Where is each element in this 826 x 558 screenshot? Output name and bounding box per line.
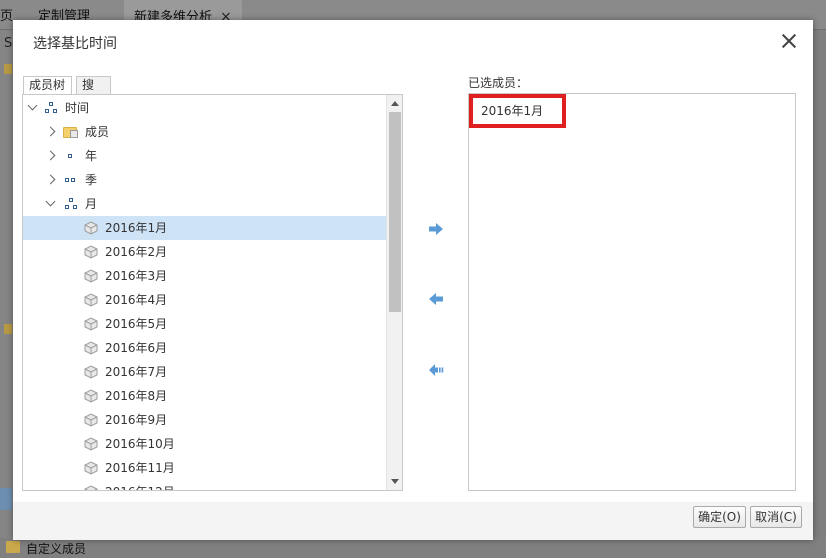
tree-leaf-month[interactable]: 2016年11月 <box>23 456 386 480</box>
select-base-time-dialog: 选择基比时间 成员树 搜索 时间 成员 年 <box>13 20 813 540</box>
folder-icon <box>63 125 79 138</box>
background-custom-member-label: 自定义成员 <box>26 542 87 556</box>
arrow-right-icon[interactable] <box>427 222 445 236</box>
member-tree: 时间 成员 年 季 月 2016年1月 2016年2月 2016年3月 2016… <box>22 94 403 491</box>
cube-icon <box>84 461 98 475</box>
tree-leaf-month[interactable]: 2016年2月 <box>23 240 386 264</box>
tree-node-time[interactable]: 时间 <box>23 96 386 120</box>
tab-search[interactable]: 搜索 <box>76 76 111 109</box>
cancel-button[interactable]: 取消(C) <box>750 506 802 528</box>
scrollbar-thumb[interactable] <box>389 112 401 312</box>
cube-icon <box>84 437 98 451</box>
tree-node-year[interactable]: 年 <box>23 144 386 168</box>
tree-leaf-month[interactable]: 2016年7月 <box>23 360 386 384</box>
tab-member-tree[interactable]: 成员树 <box>23 76 72 95</box>
background-folder-icon <box>6 541 20 553</box>
cube-icon <box>84 245 98 259</box>
hierarchy-icon <box>45 102 57 114</box>
tree-leaf-month[interactable]: 2016年3月 <box>23 264 386 288</box>
cube-icon <box>84 413 98 427</box>
level-2-icon <box>65 178 75 182</box>
tree-leaf-month[interactable]: 2016年10月 <box>23 432 386 456</box>
tree-leaf-month[interactable]: 2016年8月 <box>23 384 386 408</box>
tree-leaf-month[interactable]: 2016年5月 <box>23 312 386 336</box>
background-sidebar-letter: S <box>4 36 13 51</box>
tree-leaf-month[interactable]: 2016年6月 <box>23 336 386 360</box>
cube-icon <box>84 269 98 283</box>
cube-icon <box>84 485 98 490</box>
tree-node-month[interactable]: 月 <box>23 192 386 216</box>
chevron-right-icon[interactable] <box>45 126 56 137</box>
level-1-icon <box>68 154 72 158</box>
cube-icon <box>84 341 98 355</box>
selected-member-item[interactable]: 2016年1月 <box>469 94 566 128</box>
tree-node-quarter[interactable]: 季 <box>23 168 386 192</box>
tree-leaf-month[interactable]: 2016年4月 <box>23 288 386 312</box>
arrow-left-all-icon[interactable] <box>427 363 445 377</box>
ok-button[interactable]: 确定(O) <box>693 506 746 528</box>
tree-node-member[interactable]: 成员 <box>23 120 386 144</box>
chevron-right-icon[interactable] <box>45 174 56 185</box>
tree-leaf-month[interactable]: 2016年12月 <box>23 480 386 490</box>
arrow-left-icon[interactable] <box>427 292 445 306</box>
scroll-down-icon[interactable] <box>391 479 399 484</box>
background-folder-icon <box>4 324 12 334</box>
tree-leaf-month[interactable]: 2016年9月 <box>23 408 386 432</box>
background-folder-icon <box>4 64 12 74</box>
cube-icon <box>84 293 98 307</box>
tree-scrollbar[interactable] <box>386 95 402 490</box>
dialog-title: 选择基比时间 <box>33 36 117 52</box>
chevron-right-icon[interactable] <box>45 150 56 161</box>
background-sidebar <box>0 30 14 558</box>
scroll-up-icon[interactable] <box>391 101 399 106</box>
dialog-footer: 确定(O) 取消(C) <box>13 502 813 540</box>
background-tab-home: 页 <box>0 9 14 24</box>
dialog-header: 选择基比时间 <box>13 20 813 64</box>
chevron-down-icon[interactable] <box>27 100 38 111</box>
background-selected-row <box>0 488 12 510</box>
cube-icon <box>84 389 98 403</box>
cube-icon <box>84 317 98 331</box>
background-bottom-row <box>0 538 826 558</box>
close-icon[interactable] <box>779 31 799 51</box>
selected-members-label: 已选成员： <box>468 76 529 90</box>
dialog-body: 成员树 搜索 时间 成员 年 <box>13 64 813 502</box>
selected-members-list[interactable]: 2016年1月 <box>468 93 796 491</box>
hierarchy-icon <box>65 198 77 210</box>
cube-icon <box>84 221 98 235</box>
cube-icon <box>84 365 98 379</box>
tree-leaf-month[interactable]: 2016年1月 <box>23 216 386 240</box>
chevron-down-icon[interactable] <box>45 196 56 207</box>
